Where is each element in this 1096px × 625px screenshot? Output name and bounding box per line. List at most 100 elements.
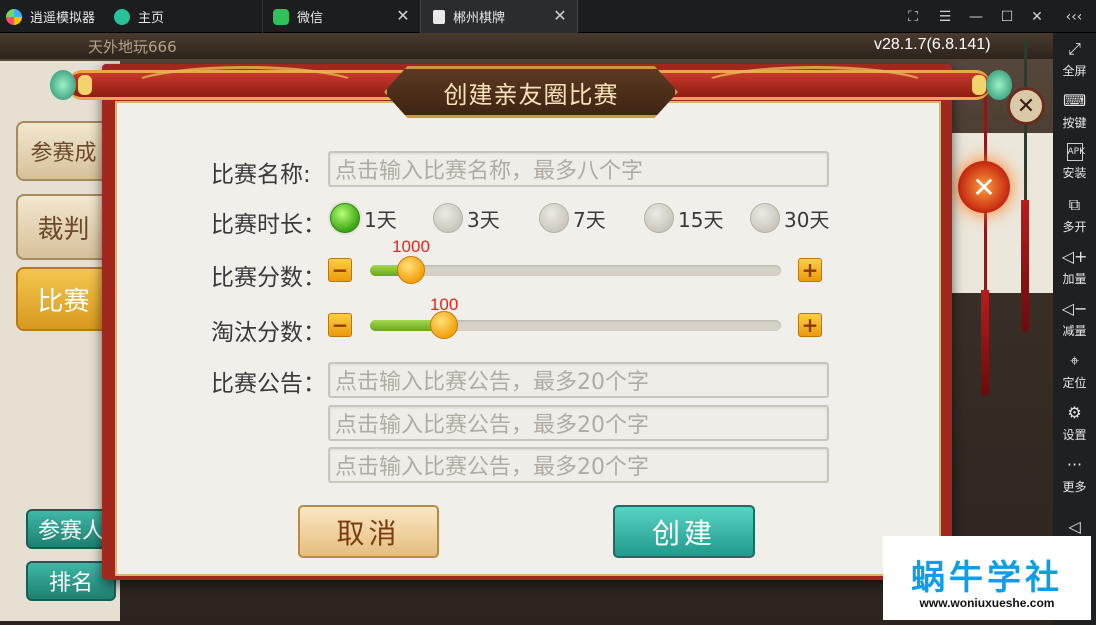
home-icon [114,8,130,25]
wechat-icon [273,8,289,25]
sidebar-item-label: 按键 [1062,116,1087,130]
player-name: 天外地玩666 [88,38,177,56]
elimination-label: 淘汰分数： [211,320,326,346]
scroll-end-ornament [986,70,1012,100]
duration-option-15[interactable]: 15天 [644,203,723,233]
duration-option-label: 3天 [467,207,500,232]
score-value: 1000 [392,237,430,256]
notice-input-3[interactable]: 点击输入比赛公告，最多20个字 [328,447,829,483]
menu-icon[interactable]: ☰ [931,0,959,33]
side-button-match[interactable]: 比赛 [16,267,111,331]
side-button-label: 参赛成 [30,141,97,166]
window-close-icon[interactable]: ✕ [1023,0,1051,33]
score-increase-button[interactable]: + [798,258,822,282]
duration-option-3[interactable]: 3天 [433,203,500,233]
sidebar-item-volume-down[interactable]: ◁− 减量 [1053,299,1096,347]
match-name-placeholder: 点击输入比赛名称，最多八个字 [335,159,644,184]
sidebar-item-multi[interactable]: ⧉ 多开 [1053,195,1096,243]
cancel-button-label: 取消 [336,516,401,550]
lantern-close-icon[interactable]: ✕ [958,161,1010,213]
more-icon: ··· [1066,455,1083,474]
notice-placeholder: 点击输入比赛公告，最多20个字 [335,370,649,395]
duration-option-label: 1天 [364,207,397,232]
close-icon[interactable]: ✕ [1007,87,1045,125]
elimination-increase-button[interactable]: + [798,313,822,337]
radio-icon [433,203,463,233]
sidebar-item-label: 更多 [1062,480,1087,494]
side-button-label: 裁判 [37,214,90,245]
sidebar-item-settings[interactable]: ⚙ 设置 [1053,403,1096,451]
tab-game[interactable]: 郴州棋牌 ✕ [420,0,578,33]
match-name-input[interactable]: 点击输入比赛名称，最多八个字 [328,151,829,187]
duration-option-label: 7天 [573,207,606,232]
notice-label: 比赛公告： [211,371,326,397]
fullscreen-icon: ⤢ [1068,39,1081,58]
bottom-button-label: 排名 [48,571,93,596]
duration-label: 比赛时长： [211,212,326,238]
radio-icon [750,203,780,233]
sidebar-item-label: 安装 [1062,166,1087,180]
duration-option-1[interactable]: 1天 [330,203,397,233]
sidebar-item-volume-up[interactable]: ◁+ 加量 [1053,247,1096,295]
close-icon[interactable]: ✕ [553,8,567,24]
score-slider-track[interactable] [370,265,781,276]
sidebar-item-label: 全屏 [1062,64,1087,78]
close-icon[interactable]: ✕ [396,8,410,24]
sidebar-item-label: 加量 [1062,272,1087,286]
elimination-slider-thumb[interactable] [429,311,458,339]
location-icon: ⌖ [1069,351,1079,370]
radio-icon [644,203,674,233]
sidebar-item-location[interactable]: ⌖ 定位 [1053,351,1096,399]
game-top-strip: 天外地玩666 v28.1.7(6.8.141) [0,33,1053,59]
score-slider-thumb[interactable] [397,256,426,284]
radio-icon [539,203,569,233]
sidebar-item-label: 定位 [1062,376,1087,390]
scroll-knob [972,75,986,95]
collapse-sidebar-icon[interactable]: ‹‹‹ [1060,0,1088,33]
sidebar-item-label: 减量 [1062,324,1087,338]
cloud-ornament [700,66,930,106]
watermark: 蜗牛学社 www.woniuxueshe.com [883,536,1091,620]
duration-option-label: 30天 [784,207,830,232]
scroll-knob [78,75,92,95]
create-button[interactable]: 创建 [613,505,755,558]
maximize-icon[interactable]: ☐ [993,0,1021,33]
volume-up-icon: ◁+ [1061,247,1088,266]
sidebar-item-fullscreen[interactable]: ⤢ 全屏 [1053,39,1096,87]
cloud-ornament [130,66,360,106]
notice-input-1[interactable]: 点击输入比赛公告，最多20个字 [328,362,829,398]
cancel-button[interactable]: 取消 [298,505,439,558]
score-label: 比赛分数： [211,265,326,291]
duration-option-7[interactable]: 7天 [539,203,606,233]
duration-option-label: 15天 [678,207,724,232]
create-button-label: 创建 [651,516,716,550]
sidebar-item-more[interactable]: ··· 更多 [1053,455,1096,503]
sidebar-item-install[interactable]: APK 安装 [1053,143,1096,191]
elimination-decrease-button[interactable]: − [328,313,352,337]
tassel-decoration [981,290,989,396]
tassel-decoration [1021,200,1029,332]
minimize-icon[interactable]: — [962,0,990,33]
duration-option-30[interactable]: 30天 [750,203,829,233]
right-background-panel [938,133,1053,293]
gear-icon: ⚙ [1067,403,1082,422]
app-name: 逍遥模拟器 [30,11,96,26]
screenshot-icon[interactable]: ⛶ [899,0,927,33]
side-button-referee[interactable]: 裁判 [16,194,111,260]
match-name-label: 比赛名称: [211,162,311,188]
side-button-participate[interactable]: 参赛成 [16,121,111,181]
tab-home[interactable]: 主页 [114,0,164,33]
game-icon [433,9,445,24]
dialog-title: 创建亲友圈比赛 [443,80,619,109]
tab-label: 微信 [297,11,324,26]
notice-input-2[interactable]: 点击输入比赛公告，最多20个字 [328,405,829,441]
score-decrease-button[interactable]: − [328,258,352,282]
volume-down-icon: ◁− [1061,299,1088,318]
tab-wechat[interactable]: 微信 ✕ [262,0,420,33]
scroll-end-ornament [50,70,76,100]
sidebar-item-keys[interactable]: ⌨ 按键 [1053,91,1096,139]
side-button-label: 比赛 [37,286,90,317]
notice-placeholder: 点击输入比赛公告，最多20个字 [335,413,649,438]
watermark-url: www.woniuxueshe.com [919,596,1055,610]
app-logo-icon [6,8,22,25]
